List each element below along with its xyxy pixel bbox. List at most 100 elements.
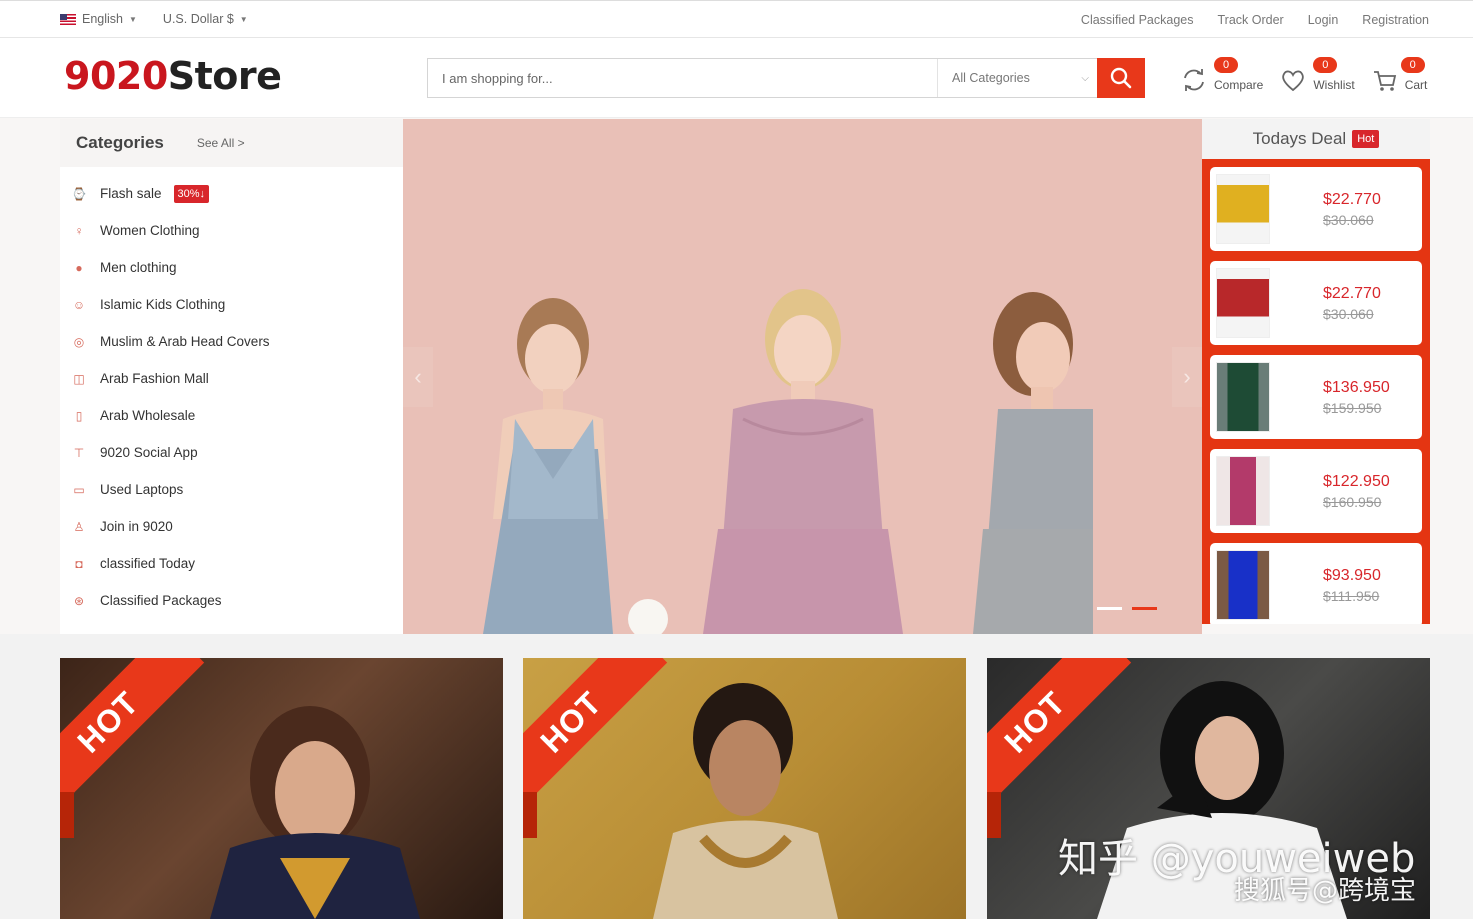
deal-price: $22.770 xyxy=(1323,284,1381,302)
category-item-used-laptops[interactable]: ▭ Used Laptops xyxy=(60,471,403,508)
categories-title: Categories xyxy=(76,133,164,152)
product-thumbnail xyxy=(1216,174,1270,244)
category-item-classified-today[interactable]: ◘ classified Today xyxy=(60,545,403,582)
category-item-arab-fashion-mall[interactable]: ◫ Arab Fashion Mall xyxy=(60,360,403,397)
category-label: Muslim & Arab Head Covers xyxy=(100,334,270,349)
logo-word: Store xyxy=(167,54,282,98)
category-label: Arab Wholesale xyxy=(100,408,196,423)
hot-ribbon-label: HOT xyxy=(987,658,1132,819)
watch-icon: ⌚ xyxy=(71,186,87,201)
deal-item[interactable]: $22.770 $30.060 xyxy=(1210,261,1422,345)
cart-icon xyxy=(1373,71,1396,91)
top-bar: English ▼ U.S. Dollar $ ▼ Classified Pac… xyxy=(0,0,1473,38)
registration-link[interactable]: Registration xyxy=(1362,13,1429,27)
classified-packages-link[interactable]: Classified Packages xyxy=(1081,13,1194,27)
hot-ribbon: HOT xyxy=(523,658,703,838)
us-flag-icon xyxy=(60,13,76,25)
caret-down-icon: ▼ xyxy=(239,14,248,24)
category-label: Classified Packages xyxy=(100,593,222,608)
slider-next-button[interactable]: › xyxy=(1172,347,1202,407)
promo-banner-2[interactable]: HOT xyxy=(523,658,966,919)
hero-slider[interactable]: ‹ › xyxy=(403,119,1202,634)
category-item-women-clothing[interactable]: ♀ Women Clothing xyxy=(60,212,403,249)
currency-label: U.S. Dollar $ xyxy=(162,12,234,26)
shirt-icon: ⊤ xyxy=(73,445,85,460)
hot-ribbon: HOT xyxy=(60,658,240,838)
category-label: Women Clothing xyxy=(100,223,200,238)
site-logo[interactable]: 9020Store xyxy=(64,54,282,98)
chevron-left-icon: ‹ xyxy=(414,364,422,389)
promo-banner-1[interactable]: HOT xyxy=(60,658,503,919)
discount-tag: 30%↓ xyxy=(173,184,210,203)
hot-ribbon: HOT xyxy=(987,658,1167,838)
category-select-value: All Categories xyxy=(952,71,1030,85)
see-all-link[interactable]: See All > xyxy=(197,136,245,150)
search-icon xyxy=(1110,67,1132,89)
category-label: classified Today xyxy=(100,556,196,571)
category-item-men-clothing[interactable]: ● Men clothing xyxy=(60,249,403,286)
category-label: Join in 9020 xyxy=(100,519,173,534)
search-button[interactable] xyxy=(1097,58,1145,98)
product-thumbnail xyxy=(1216,268,1270,338)
bag-icon: ◫ xyxy=(73,371,85,386)
deal-price: $93.950 xyxy=(1323,566,1381,584)
todays-deal-header: Todays Deal Hot xyxy=(1202,119,1430,159)
caret-down-icon: ▼ xyxy=(129,14,137,24)
search-input[interactable] xyxy=(428,59,937,97)
cart-button[interactable]: 0 Cart xyxy=(1371,57,1428,94)
logo-number: 9020 xyxy=(64,54,168,98)
watermark-text-secondary: 搜狐号@跨境宝 xyxy=(1234,876,1417,906)
deal-price: $136.950 xyxy=(1323,378,1390,396)
product-thumbnail xyxy=(1216,456,1270,526)
category-item-flash-sale[interactable]: ⌚ Flash sale 30%↓ xyxy=(60,175,403,212)
category-item-social-app[interactable]: ⊤ 9020 Social App xyxy=(60,434,403,471)
language-selector[interactable]: English ▼ xyxy=(60,12,137,26)
category-label: Used Laptops xyxy=(100,482,184,497)
hot-ribbon-label: HOT xyxy=(60,658,205,819)
category-label: Men clothing xyxy=(100,260,177,275)
language-label: English xyxy=(82,12,123,26)
deal-item[interactable]: $136.950 $159.950 xyxy=(1210,355,1422,439)
slider-dot[interactable] xyxy=(1097,607,1122,610)
deal-price: $122.950 xyxy=(1323,472,1390,490)
category-item-join[interactable]: ♙ Join in 9020 xyxy=(60,508,403,545)
heart-icon xyxy=(1282,70,1305,92)
category-list: ⌚ Flash sale 30%↓ ♀ Women Clothing ● Men clo… xyxy=(60,167,403,619)
category-item-head-covers[interactable]: ◎ Muslim & Arab Head Covers xyxy=(60,323,403,360)
category-label: Islamic Kids Clothing xyxy=(100,297,226,312)
login-link[interactable]: Login xyxy=(1308,13,1339,27)
deal-item[interactable]: $22.770 $30.060 xyxy=(1210,167,1422,251)
category-item-islamic-kids[interactable]: ☺ Islamic Kids Clothing xyxy=(60,286,403,323)
laptop-icon: ▭ xyxy=(73,482,85,497)
deal-old-price: $111.950 xyxy=(1323,587,1380,604)
camera-icon: ◘ xyxy=(75,556,83,571)
deal-item[interactable]: $93.950 $111.950 xyxy=(1210,543,1422,624)
phone-icon: ▯ xyxy=(75,408,83,423)
deal-item[interactable]: $122.950 $160.950 xyxy=(1210,449,1422,533)
hot-ribbon-label: HOT xyxy=(523,658,668,819)
chevron-right-icon: › xyxy=(1183,364,1191,389)
wishlist-button[interactable]: 0 Wishlist xyxy=(1279,57,1355,94)
track-order-link[interactable]: Track Order xyxy=(1217,13,1283,27)
category-item-arab-wholesale[interactable]: ▯ Arab Wholesale xyxy=(60,397,403,434)
todays-deal-title: Todays Deal xyxy=(1252,129,1347,148)
woman-icon: ♀ xyxy=(74,223,84,238)
hot-badge: Hot xyxy=(1352,130,1380,148)
deal-list[interactable]: $22.770 $30.060 $22.770 $30.060 $136.950 $1… xyxy=(1202,159,1430,624)
deal-old-price: $159.950 xyxy=(1323,399,1382,416)
deal-price: $22.770 xyxy=(1323,190,1381,208)
category-item-classified-packages[interactable]: ⊛ Classified Packages xyxy=(60,582,403,619)
slider-dot-active[interactable] xyxy=(1132,607,1157,610)
slider-dots xyxy=(1097,607,1157,610)
ball-icon: ⊛ xyxy=(73,593,85,608)
search-bar: All Categories ⌵ xyxy=(427,58,1145,98)
category-select[interactable]: All Categories ⌵ xyxy=(937,59,1097,97)
cart-label: Cart xyxy=(1404,78,1428,92)
categories-panel: Categories See All > ⌚ Flash sale 30%↓ ♀ Wo… xyxy=(60,119,403,634)
header: 9020Store All Categories ⌵ 0 Compare 0 W… xyxy=(0,38,1473,118)
categories-header: Categories See All > xyxy=(60,119,403,167)
compare-button[interactable]: 0 Compare xyxy=(1180,57,1264,94)
currency-selector[interactable]: U.S. Dollar $ ▼ xyxy=(163,12,248,26)
compare-label: Compare xyxy=(1214,78,1264,92)
slider-prev-button[interactable]: ‹ xyxy=(403,347,433,407)
